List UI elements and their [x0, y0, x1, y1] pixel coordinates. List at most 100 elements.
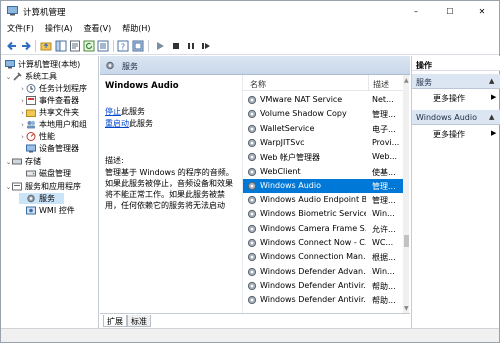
scrollbar-thumb[interactable]	[404, 235, 409, 247]
chevron-right-icon[interactable]: ›	[19, 121, 26, 129]
help-icon[interactable]: ?	[117, 40, 129, 52]
back-arrow-icon[interactable]	[6, 40, 18, 52]
up-folder-icon[interactable]	[40, 40, 52, 52]
service-row[interactable]: WarpJITSvc Provi...	[243, 136, 403, 150]
show-hide-tree-icon[interactable]	[55, 40, 67, 52]
tree-item-storage[interactable]: ⌄ 存储	[5, 156, 41, 167]
tab-extended[interactable]: 扩展	[103, 315, 127, 327]
actions-section-windows-audio[interactable]: Windows Audio ▲	[412, 110, 500, 125]
tree-root-computer-management[interactable]: 计算机管理(本地)	[5, 59, 80, 70]
tree-item-disk-management[interactable]: 磁盘管理	[19, 168, 71, 179]
service-row[interactable]: Windows Defender Antivir... 帮助...	[243, 279, 403, 293]
scroll-down-icon[interactable]: ▼	[404, 305, 409, 312]
service-row[interactable]: Windows Camera Frame S... 允许...	[243, 222, 403, 236]
chevron-right-icon[interactable]: ›	[19, 85, 26, 93]
service-row[interactable]: Windows Defender Antivir... 帮助...	[243, 293, 403, 307]
restart-service-icon[interactable]	[200, 40, 212, 52]
export-list-icon[interactable]	[97, 40, 109, 52]
stop-service-link[interactable]: 停止	[105, 107, 121, 116]
service-row[interactable]: Volume Shadow Copy 管理...	[243, 107, 403, 121]
service-row[interactable]: Windows Connect Now - C... WC...	[243, 236, 403, 250]
tree-item-services[interactable]: 服务	[19, 193, 64, 204]
column-header-description[interactable]: 描述	[373, 79, 389, 90]
chevron-up-icon[interactable]: ▲	[489, 113, 494, 121]
tree-item-task-scheduler[interactable]: › 任务计划程序	[19, 83, 87, 94]
toolbar-separator	[113, 40, 114, 52]
actions-header: 操作	[412, 56, 500, 71]
service-row[interactable]: WebClient 使基...	[243, 165, 403, 179]
service-name: Windows Audio Endpoint B...	[260, 195, 366, 205]
chevron-up-icon[interactable]: ▲	[489, 77, 494, 85]
chevron-down-icon[interactable]: ⌄	[5, 73, 12, 81]
description-label: 描述:	[105, 156, 124, 165]
chevron-right-icon[interactable]: ›	[19, 133, 26, 141]
service-row[interactable]: Web 帐户管理器 Web...	[243, 150, 403, 164]
service-row[interactable]: WalletService 电子...	[243, 122, 403, 136]
service-description: Web...	[372, 152, 398, 162]
properties-icon[interactable]	[69, 40, 81, 52]
menu-help[interactable]: 帮助(H)	[116, 22, 155, 36]
chevron-right-icon[interactable]: ›	[19, 97, 26, 105]
service-row[interactable]: VMware NAT Service Net...	[243, 93, 403, 107]
tab-standard[interactable]: 标准	[127, 315, 151, 327]
tree-label: 磁盘管理	[39, 169, 71, 178]
chevron-down-icon[interactable]: ⌄	[5, 183, 12, 191]
title-bar[interactable]: 计算机管理 – ☐ ✕	[1, 1, 499, 22]
storage-icon	[12, 158, 22, 165]
vertical-scrollbar[interactable]: ▲ ▼	[403, 75, 409, 313]
service-row[interactable]: Windows Defender Advan... Win...	[243, 265, 403, 279]
more-actions-windows-audio[interactable]: 更多操作 ▶	[412, 127, 500, 140]
gear-icon	[247, 138, 257, 148]
chevron-right-icon[interactable]: ›	[19, 109, 26, 117]
forward-arrow-icon[interactable]	[20, 40, 32, 52]
chevron-down-icon[interactable]: ⌄	[5, 158, 12, 166]
refresh-icon[interactable]	[83, 40, 95, 52]
tree-item-wmi-control[interactable]: WMI 控件	[19, 205, 75, 216]
service-description: Provi...	[372, 137, 400, 147]
actions-section-label: 服务	[416, 78, 432, 87]
menu-view[interactable]: 查看(V)	[78, 22, 117, 36]
disk-icon	[26, 170, 36, 177]
service-description: 允许...	[372, 224, 396, 234]
close-button[interactable]: ✕	[467, 1, 497, 22]
toolbar: ?	[1, 37, 499, 55]
minimize-button[interactable]: –	[401, 1, 431, 22]
tree-item-device-manager[interactable]: 设备管理器	[19, 143, 79, 154]
gear-icon	[247, 95, 257, 105]
service-description: 使基...	[372, 167, 396, 177]
scroll-up-icon[interactable]: ▲	[404, 77, 409, 84]
tree-item-event-viewer[interactable]: › 事件查看器	[19, 95, 79, 106]
service-row[interactable]: Windows Biometric Service Win...	[243, 207, 403, 221]
tree-item-shared-folders[interactable]: › 共享文件夹	[19, 107, 79, 118]
column-header-name[interactable]: 名称	[250, 79, 266, 90]
tree-item-local-users-groups[interactable]: › 本地用户和组	[19, 119, 87, 130]
minimize-icon: –	[414, 7, 418, 16]
menu-action[interactable]: 操作(A)	[39, 22, 78, 36]
stop-service-icon[interactable]	[170, 40, 182, 52]
view-icon[interactable]	[132, 40, 144, 52]
service-description: 帮助...	[372, 296, 396, 306]
tree-item-services-applications[interactable]: ⌄ 服务和应用程序	[5, 181, 81, 192]
gear-icon	[247, 295, 257, 305]
tree-label: 事件查看器	[39, 96, 79, 105]
menu-bar: 文件(F) 操作(A) 查看(V) 帮助(H)	[1, 22, 499, 36]
menu-file[interactable]: 文件(F)	[1, 22, 39, 36]
tree-item-performance[interactable]: › 性能	[19, 131, 55, 142]
start-service-icon[interactable]	[154, 40, 166, 52]
service-name: Windows Defender Advan...	[260, 266, 366, 276]
maximize-button[interactable]: ☐	[435, 1, 465, 22]
clock-icon	[26, 84, 36, 93]
restart-service-link[interactable]: 重启动	[105, 119, 129, 128]
column-separator[interactable]	[368, 75, 369, 91]
tree-item-system-tools[interactable]: ⌄ 系统工具	[5, 71, 57, 82]
service-description: Net...	[372, 95, 394, 104]
gear-icon	[247, 267, 257, 277]
service-row[interactable]: Windows Audio 管理...	[243, 178, 403, 193]
actions-section-services[interactable]: 服务 ▲	[412, 74, 500, 89]
service-row[interactable]: Windows Connection Man... 根据...	[243, 250, 403, 264]
pause-service-icon[interactable]	[185, 40, 197, 52]
restart-service-suffix: 此服务	[129, 119, 153, 128]
more-actions-services[interactable]: 更多操作 ▶	[412, 91, 500, 104]
gear-icon	[27, 194, 35, 203]
service-row[interactable]: Windows Audio Endpoint B... 管理...	[243, 193, 403, 207]
